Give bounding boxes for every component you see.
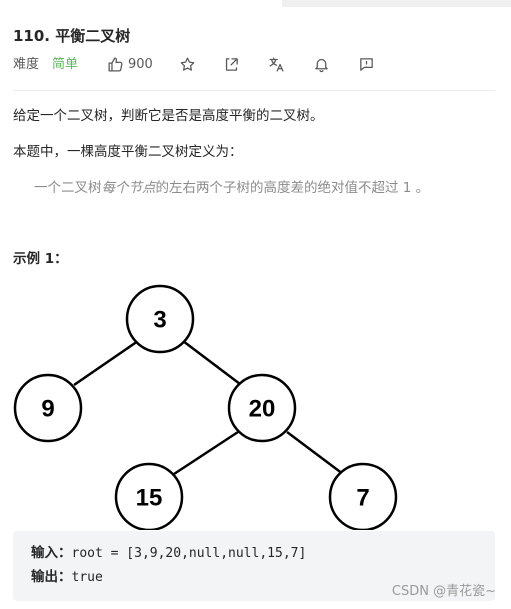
like-count: 900 [128, 57, 153, 72]
quote-part-1: 一个二叉树 [34, 180, 102, 196]
star-icon[interactable] [179, 56, 197, 74]
problem-title: 110. 平衡二叉树 [13, 27, 131, 45]
edge-3-9 [73, 339, 139, 387]
output-label: 输出： [31, 569, 72, 585]
problem-meta-bar: 难度 简单 900 [13, 55, 493, 75]
input-value: root = [3,9,20,null,null,15,7] [71, 546, 307, 561]
top-strip [282, 0, 511, 7]
quote-emphasis: 每个节点 [101, 180, 156, 196]
tree-node-label: 7 [356, 485, 369, 512]
difficulty-label: 难度 [13, 57, 40, 72]
output-value: true [71, 570, 103, 585]
example-title: 示例 1： [13, 251, 68, 267]
example-input-line: 输入：root = [3,9,20,null,null,15,7] [31, 543, 306, 564]
tree-node-label: 9 [41, 396, 54, 423]
thumb-up-icon[interactable] [107, 56, 124, 73]
description-paragraph-1: 给定一个二叉树，判断它是否是高度平衡的二叉树。 [13, 108, 324, 124]
divider [13, 90, 495, 91]
watermark: CSDN @青花瓷~ [391, 584, 496, 599]
edge-20-15 [173, 430, 239, 476]
edge-20-7 [286, 431, 344, 475]
tree-node-label: 3 [153, 307, 166, 334]
input-label: 输入： [31, 545, 72, 561]
difficulty-badge: 简单 [52, 57, 79, 72]
tree-node-label: 20 [249, 396, 276, 423]
example-output-line: 输出：true [31, 567, 103, 588]
binary-tree-diagram: 3 9 20 15 7 [13, 284, 398, 530]
quote-part-3: 的左右两个子树的高度差的绝对值不超过 1 。 [155, 180, 430, 196]
description-paragraph-2: 本题中，一棵高度平衡二叉树定义为： [13, 144, 243, 160]
edge-3-20 [182, 340, 241, 385]
definition-quote: 一个二叉树每个节点的左右两个子树的高度差的绝对值不超过 1 。 [34, 178, 429, 198]
share-icon[interactable] [223, 56, 241, 74]
feedback-icon[interactable] [358, 56, 376, 74]
translate-icon[interactable] [268, 56, 286, 74]
tree-node-label: 15 [136, 485, 163, 512]
bell-icon[interactable] [313, 56, 331, 74]
